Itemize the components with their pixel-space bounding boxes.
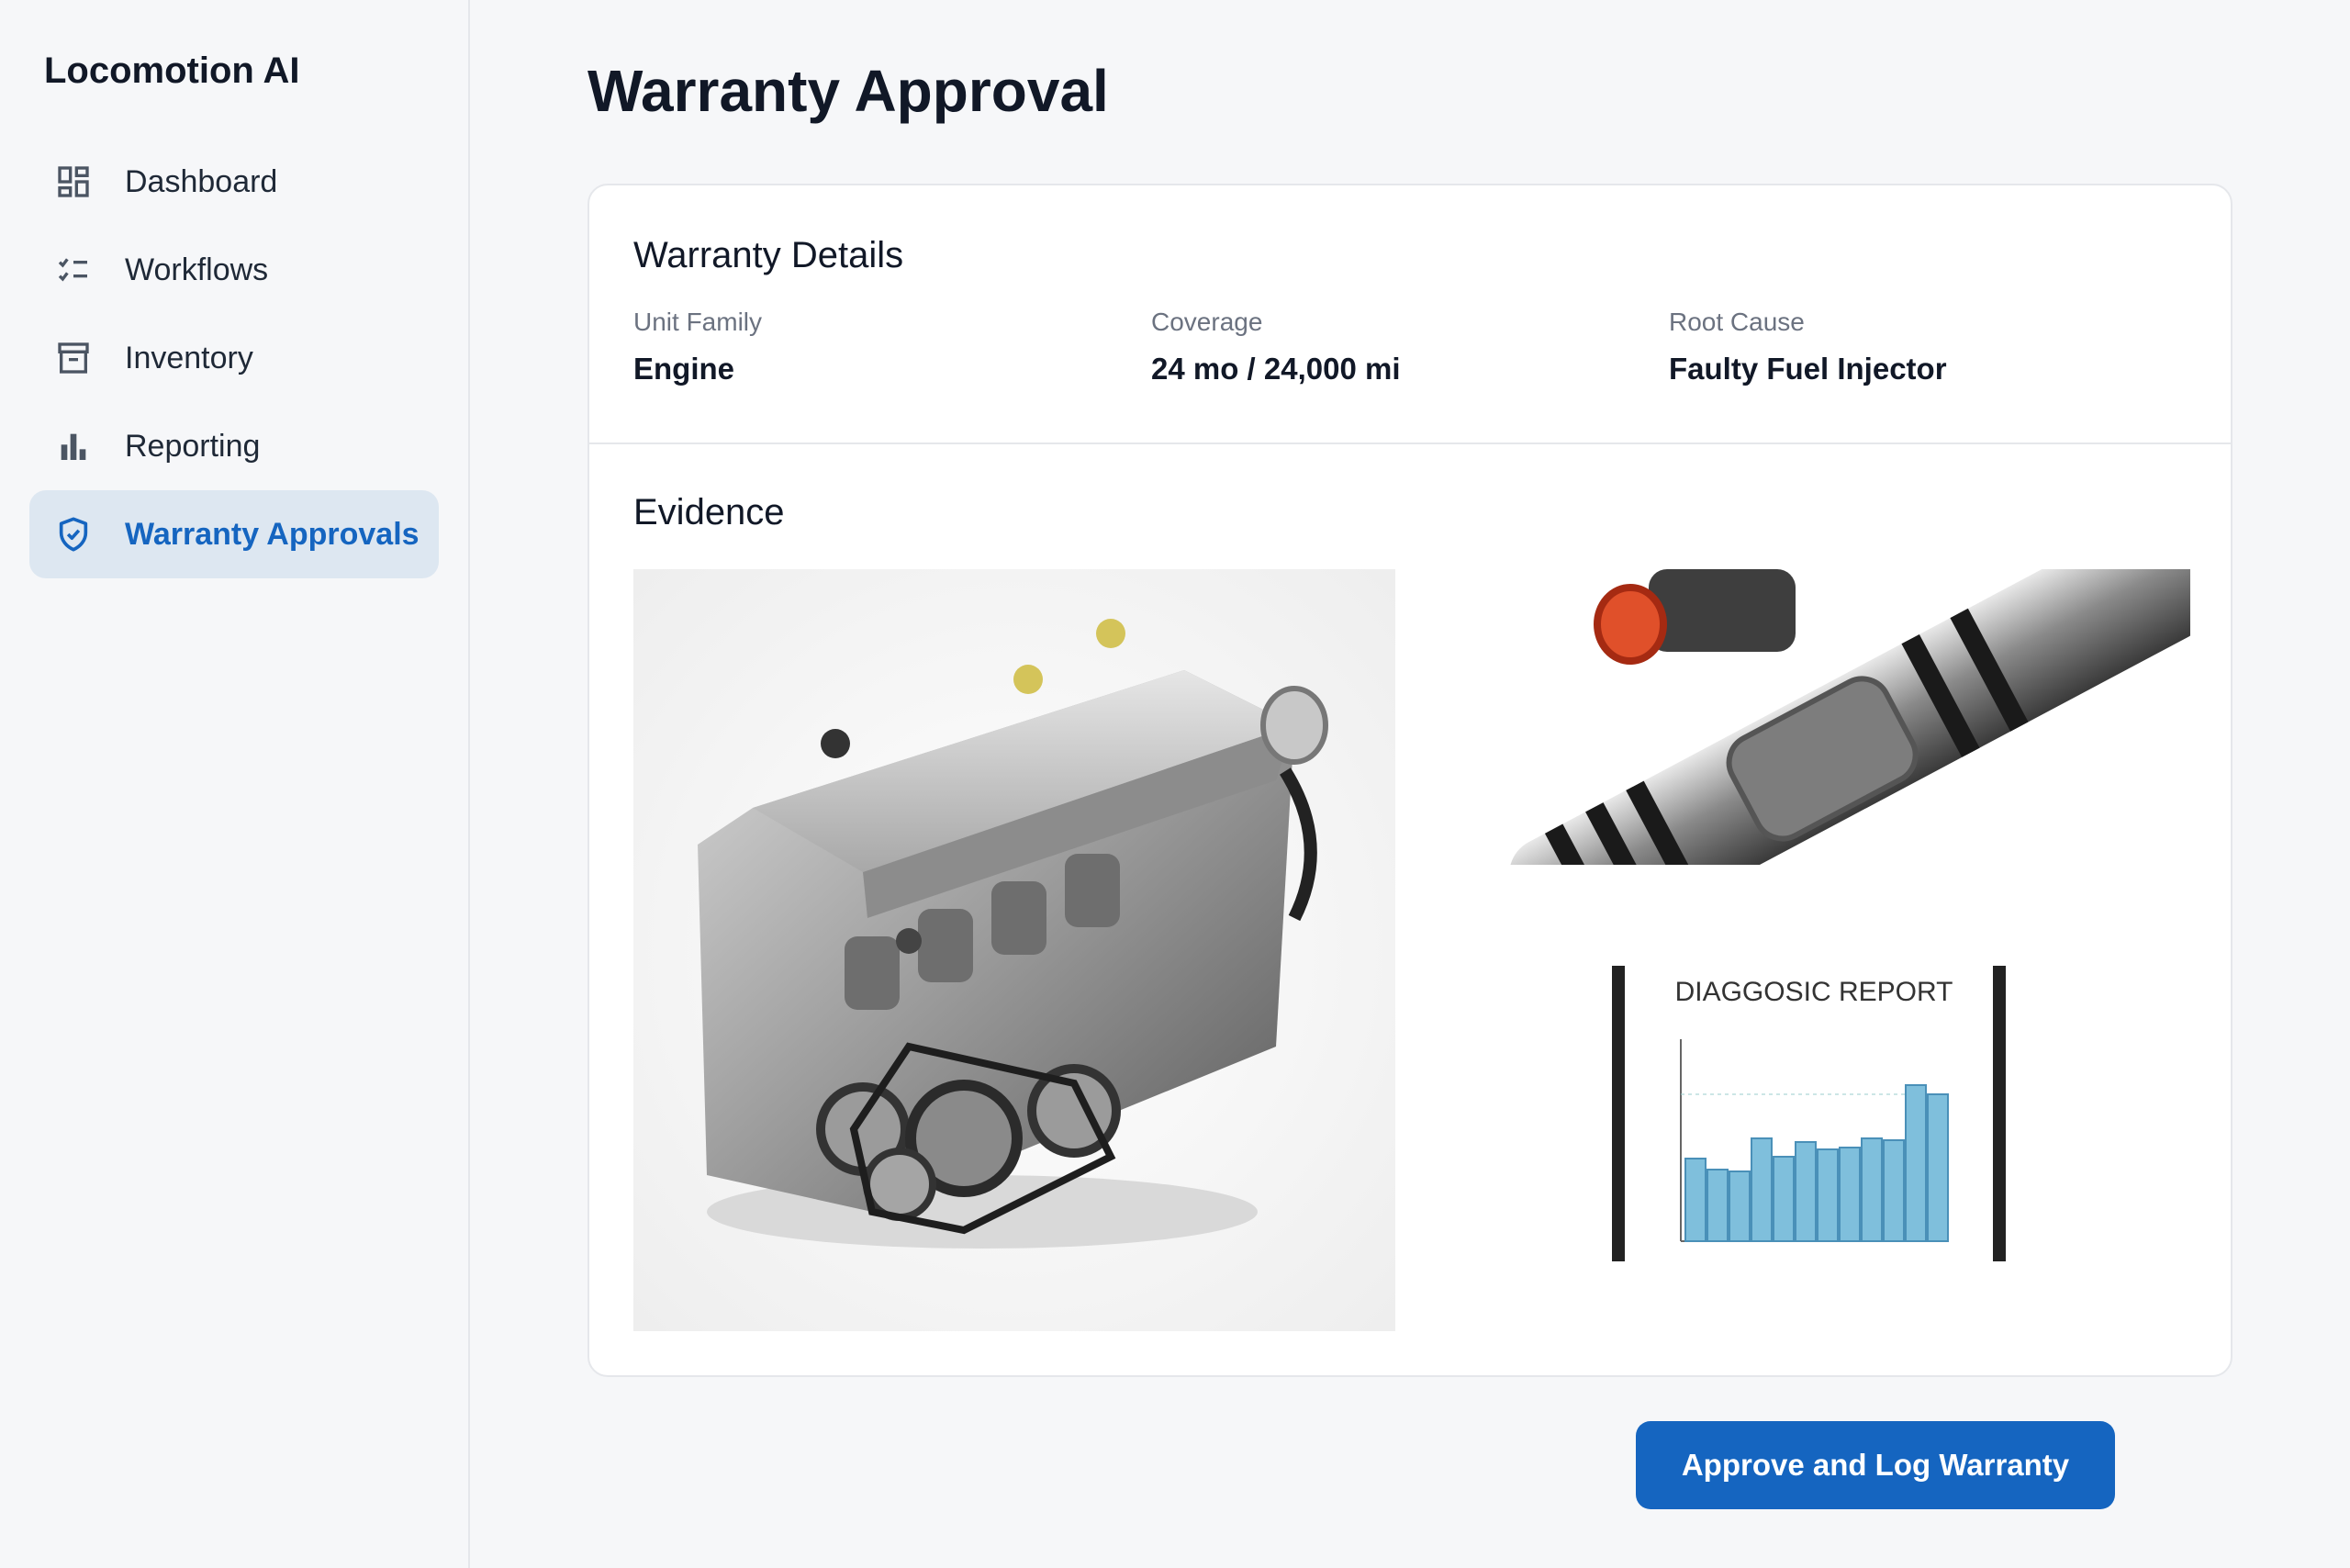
warranty-card: Warranty Details Unit Family Engine Cove… xyxy=(588,184,2232,1377)
sidebar: Locomotion AI Dashboard Workflows Invent… xyxy=(0,0,470,1568)
sidebar-item-label: Dashboard xyxy=(125,163,278,199)
bar-chart-icon xyxy=(53,426,94,466)
dashboard-icon xyxy=(53,162,94,202)
sidebar-item-label: Inventory xyxy=(125,340,253,375)
field-label: Root Cause xyxy=(1669,308,1805,336)
sidebar-item-label: Warranty Approvals xyxy=(125,516,420,552)
checklist-icon xyxy=(53,250,94,290)
shield-check-icon xyxy=(53,514,94,554)
field-label: Unit Family xyxy=(633,308,763,336)
field-unit-family: Unit Family Engine xyxy=(633,308,1151,386)
app-root: Locomotion AI Dashboard Workflows Invent… xyxy=(0,0,2350,1568)
sidebar-item-workflows[interactable]: Workflows xyxy=(29,226,439,314)
sidebar-nav: Dashboard Workflows Inventory Reporting … xyxy=(29,138,439,578)
details-title: Warranty Details xyxy=(633,235,904,275)
field-coverage: Coverage 24 mo / 24,000 mi xyxy=(1151,308,1669,386)
sidebar-item-warranty-approvals[interactable]: Warranty Approvals xyxy=(29,490,439,578)
report-heading: DIAGGOSIC REPORT xyxy=(1675,977,1953,1007)
evidence-title: Evidence xyxy=(633,492,785,532)
app-brand: Locomotion AI xyxy=(44,50,300,91)
detail-fields: Unit Family Engine Coverage 24 mo / 24,0… xyxy=(633,308,2187,386)
diagnostic-report-photo[interactable]: DIAGGOSIC REPORT xyxy=(1428,966,2190,1261)
field-value: Engine xyxy=(633,352,735,386)
field-label: Coverage xyxy=(1151,308,1263,336)
sidebar-item-reporting[interactable]: Reporting xyxy=(29,402,439,490)
approve-log-warranty-button[interactable]: Approve and Log Warranty xyxy=(1636,1421,2115,1509)
page-title: Warranty Approval xyxy=(588,58,1109,124)
sidebar-item-inventory[interactable]: Inventory xyxy=(29,314,439,402)
evidence-gallery: DIAGGOSIC REPORT xyxy=(633,569,2190,1331)
sidebar-item-dashboard[interactable]: Dashboard xyxy=(29,138,439,226)
sidebar-item-label: Reporting xyxy=(125,428,261,464)
engine-photo[interactable] xyxy=(633,569,1395,1331)
field-value: 24 mo / 24,000 mi xyxy=(1151,352,1401,386)
sidebar-item-label: Workflows xyxy=(125,252,269,287)
section-divider xyxy=(589,442,2231,444)
fuel-injector-photo[interactable] xyxy=(1428,569,2190,865)
warranty-details: Warranty Details Unit Family Engine Cove… xyxy=(633,235,2187,386)
field-root-cause: Root Cause Faulty Fuel Injector xyxy=(1669,308,2187,386)
archive-box-icon xyxy=(53,338,94,378)
main-content: Warranty Approval Warranty Details Unit … xyxy=(470,0,2350,1568)
field-value: Faulty Fuel Injector xyxy=(1669,352,1947,386)
